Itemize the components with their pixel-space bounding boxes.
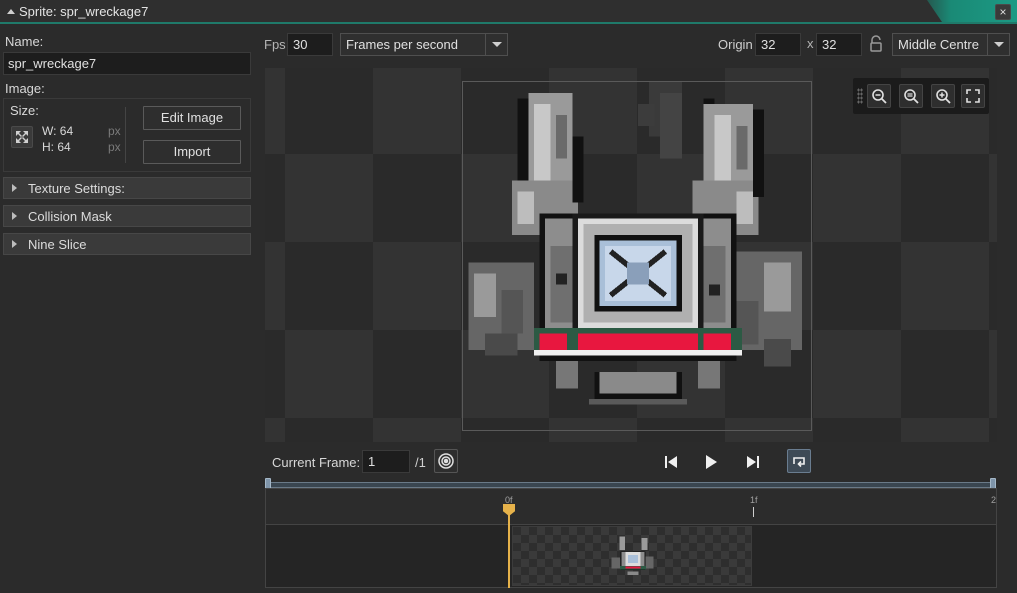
expand-arrow-icon	[12, 184, 17, 192]
fps-input[interactable]: 30	[287, 33, 333, 56]
name-label: Name:	[5, 34, 44, 49]
fps-mode-value: Frames per second	[346, 37, 458, 52]
zoom-reset-icon[interactable]	[899, 84, 923, 108]
sprite-preview	[468, 82, 803, 405]
origin-preset-dropdown[interactable]: Middle Centre	[892, 33, 1010, 56]
playhead[interactable]	[508, 504, 510, 588]
sprite-bounds	[462, 81, 812, 431]
edit-image-button[interactable]: Edit Image	[143, 106, 241, 130]
collapse-icon[interactable]	[7, 9, 15, 14]
play-icon[interactable]	[700, 451, 722, 473]
section-label: Nine Slice	[28, 237, 87, 252]
import-button[interactable]: Import	[143, 140, 241, 164]
resize-icon[interactable]	[11, 126, 33, 148]
origin-preset-value: Middle Centre	[898, 37, 979, 52]
width-value: W: 64	[42, 124, 74, 138]
divider	[125, 107, 126, 163]
tick-label: 2	[991, 495, 997, 505]
skip-back-icon[interactable]	[660, 451, 682, 473]
zoom-toolbar	[853, 78, 989, 114]
image-label: Image:	[5, 81, 45, 96]
chevron-down-icon	[485, 34, 507, 55]
fps-mode-dropdown[interactable]: Frames per second	[340, 33, 508, 56]
height-unit: px	[108, 140, 121, 154]
image-group: Size: W: 64 H: 64 px px Edit Image Impor…	[3, 98, 251, 172]
section-texture-settings[interactable]: Texture Settings:	[3, 177, 251, 199]
close-icon[interactable]: ×	[995, 4, 1011, 20]
origin-separator: x	[807, 36, 814, 51]
drag-handle[interactable]	[857, 88, 863, 104]
current-frame-label: Current Frame:	[272, 455, 361, 470]
right-panel: Fps 30 Frames per second Origin 32 x 32 …	[258, 26, 1017, 593]
tick-mark	[753, 507, 754, 517]
left-panel: Name: spr_wreckage7 Image: Size: W: 64 H…	[0, 26, 256, 593]
height-value: H: 64	[42, 140, 71, 154]
sprite-canvas[interactable]	[265, 68, 997, 442]
fullscreen-icon[interactable]	[961, 84, 985, 108]
chevron-down-icon	[987, 34, 1009, 55]
playback-bar: Current Frame: 1 /1	[258, 446, 1017, 482]
lock-open-icon[interactable]	[868, 35, 884, 53]
loop-icon[interactable]	[787, 449, 811, 473]
width-unit: px	[108, 124, 121, 138]
sprite-toolbar: Fps 30 Frames per second Origin 32 x 32 …	[258, 26, 1017, 62]
name-input[interactable]: spr_wreckage7	[3, 52, 251, 75]
timeline[interactable]: 0f 1f 2	[265, 488, 997, 588]
origin-x-input[interactable]: 32	[755, 33, 801, 56]
section-label: Collision Mask	[28, 209, 112, 224]
frame-sprite-thumb	[611, 536, 654, 575]
expand-arrow-icon	[12, 212, 17, 220]
frame-thumbnail[interactable]	[512, 526, 752, 586]
title-bar: Sprite: spr_wreckage7 ×	[0, 0, 1017, 24]
origin-y-input[interactable]: 32	[816, 33, 862, 56]
size-label: Size:	[10, 103, 39, 118]
section-nine-slice[interactable]: Nine Slice	[3, 233, 251, 255]
onion-skin-icon[interactable]	[434, 449, 458, 473]
tick-label: 1f	[750, 495, 758, 505]
frame-total: /1	[415, 455, 426, 470]
current-frame-input[interactable]: 1	[362, 450, 410, 473]
section-label: Texture Settings:	[28, 181, 125, 196]
zoom-out-icon[interactable]	[867, 84, 891, 108]
section-collision-mask[interactable]: Collision Mask	[3, 205, 251, 227]
expand-arrow-icon	[12, 240, 17, 248]
zoom-in-icon[interactable]	[931, 84, 955, 108]
fps-label: Fps	[264, 37, 286, 52]
window-title: Sprite: spr_wreckage7	[19, 4, 149, 19]
skip-forward-icon[interactable]	[742, 451, 764, 473]
origin-label: Origin	[718, 37, 753, 52]
timeline-ruler[interactable]: 0f 1f 2	[266, 489, 996, 525]
